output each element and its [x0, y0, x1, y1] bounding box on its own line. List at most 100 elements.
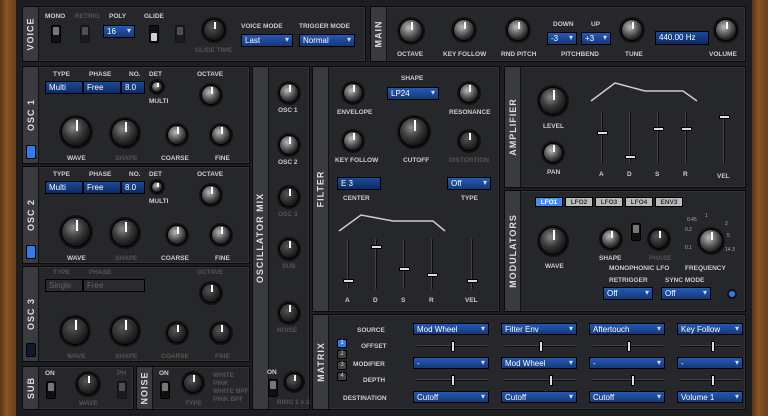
- osc2-shape-knob[interactable]: [111, 219, 139, 247]
- osc3-octave-knob[interactable]: [201, 283, 221, 303]
- filter-velocity-slider[interactable]: [467, 239, 478, 289]
- matrix-slot-1[interactable]: 1: [337, 339, 347, 348]
- osc3-shape-knob[interactable]: [111, 317, 139, 345]
- tab-lfo2[interactable]: LFO2: [565, 197, 593, 207]
- amp-pan-knob[interactable]: [543, 143, 563, 163]
- mix-ring-switch[interactable]: [268, 379, 278, 397]
- mix-osc2-knob[interactable]: [279, 135, 299, 155]
- key-follow-knob[interactable]: [453, 19, 475, 41]
- resonance-knob[interactable]: [459, 83, 479, 103]
- osc2-phase-display[interactable]: Free: [83, 181, 121, 194]
- amp-attack-slider[interactable]: [597, 111, 608, 163]
- glide-time-knob[interactable]: [203, 19, 225, 41]
- osc1-wave-knob[interactable]: [61, 117, 91, 147]
- amp-level-knob[interactable]: [539, 87, 567, 115]
- lfo-shape-knob[interactable]: [601, 229, 621, 249]
- pb-down-select[interactable]: -3: [547, 32, 577, 45]
- noise-type-knob[interactable]: [183, 373, 203, 393]
- osc1-fine-knob[interactable]: [211, 125, 231, 145]
- glide-mode-switch[interactable]: [175, 25, 185, 43]
- matrix-col3-offset-slider[interactable]: [593, 341, 663, 352]
- filter-shape-select[interactable]: LP24: [387, 87, 439, 100]
- matrix-col1-offset-slider[interactable]: [417, 341, 487, 352]
- amp-sustain-slider[interactable]: [653, 111, 664, 163]
- mix-ring-knob[interactable]: [285, 373, 303, 391]
- matrix-col2-source[interactable]: Filter Env: [501, 323, 577, 335]
- pb-up-select[interactable]: +3: [581, 32, 611, 45]
- osc2-no-display[interactable]: 8.0: [121, 181, 145, 194]
- sub-wave-knob[interactable]: [77, 373, 99, 395]
- osc2-fine-knob[interactable]: [211, 225, 231, 245]
- mix-osc3-knob[interactable]: [279, 187, 299, 207]
- mono-switch[interactable]: [51, 25, 61, 43]
- osc2-det-knob[interactable]: [151, 181, 163, 193]
- lfo-phase-knob[interactable]: [649, 229, 669, 249]
- matrix-col2-offset-slider[interactable]: [505, 341, 575, 352]
- matrix-slot-2[interactable]: 2: [337, 350, 347, 359]
- osc1-octave-knob[interactable]: [201, 85, 221, 105]
- osc2-type-display[interactable]: Multi: [45, 181, 83, 194]
- osc2-wave-knob[interactable]: [61, 217, 91, 247]
- matrix-col2-destination[interactable]: Cutoff: [501, 391, 577, 403]
- rnd-pitch-knob[interactable]: [507, 19, 529, 41]
- sub-on-switch[interactable]: [46, 381, 56, 399]
- matrix-col2-depth-slider[interactable]: [505, 375, 575, 386]
- cutoff-knob[interactable]: [399, 117, 429, 147]
- center-display[interactable]: E 3: [337, 177, 381, 190]
- osc1-det-knob[interactable]: [151, 81, 163, 93]
- octave-knob[interactable]: [399, 19, 423, 43]
- osc1-type-display[interactable]: Multi: [45, 81, 83, 94]
- matrix-slot-3[interactable]: 3: [337, 361, 347, 370]
- filter-decay-slider[interactable]: [371, 239, 382, 289]
- amp-velocity-slider[interactable]: [719, 111, 730, 163]
- osc2-octave-knob[interactable]: [201, 185, 221, 205]
- filter-sustain-slider[interactable]: [399, 239, 410, 289]
- amp-release-slider[interactable]: [681, 111, 692, 163]
- matrix-col1-modifier[interactable]: -: [413, 357, 489, 369]
- lfo-wave-knob[interactable]: [539, 227, 567, 255]
- tab-env3[interactable]: ENV3: [655, 197, 683, 207]
- lfo-frequency-knob[interactable]: [699, 229, 723, 253]
- tab-lfo1[interactable]: LFO1: [535, 197, 563, 207]
- glide-switch[interactable]: [149, 25, 159, 43]
- mix-sub-knob[interactable]: [279, 239, 299, 259]
- envelope-knob[interactable]: [343, 83, 363, 103]
- amp-decay-slider[interactable]: [625, 111, 636, 163]
- lfo-mono-switch[interactable]: [631, 223, 641, 241]
- sub-ph-switch[interactable]: [117, 381, 127, 399]
- osc1-phase-display[interactable]: Free: [83, 81, 121, 94]
- retrigger-select[interactable]: Off: [603, 287, 653, 300]
- sync-mode-select[interactable]: Off: [661, 287, 711, 300]
- osc3-fine-knob[interactable]: [211, 323, 231, 343]
- filter-key-follow-knob[interactable]: [343, 131, 363, 151]
- osc3-type-display[interactable]: Single: [45, 279, 83, 292]
- osc3-wave-knob[interactable]: [61, 317, 89, 345]
- distortion-knob[interactable]: [459, 131, 479, 151]
- osc3-coarse-knob[interactable]: [167, 323, 187, 343]
- matrix-col1-destination[interactable]: Cutoff: [413, 391, 489, 403]
- matrix-col4-destination[interactable]: Volume 1: [677, 391, 743, 403]
- matrix-col4-modifier[interactable]: -: [677, 357, 743, 369]
- tab-lfo4[interactable]: LFO4: [625, 197, 653, 207]
- volume-knob[interactable]: [715, 19, 737, 41]
- filter-attack-slider[interactable]: [343, 239, 354, 289]
- matrix-col4-source[interactable]: Key Follow: [677, 323, 743, 335]
- poly-select[interactable]: 16: [103, 25, 135, 38]
- filter-release-slider[interactable]: [427, 239, 438, 289]
- mix-osc1-knob[interactable]: [279, 83, 299, 103]
- osc2-power-button[interactable]: [26, 245, 36, 259]
- filter-type-select[interactable]: Off: [447, 177, 491, 190]
- matrix-col3-destination[interactable]: Cutoff: [589, 391, 665, 403]
- osc3-phase-display[interactable]: Free: [83, 279, 145, 292]
- matrix-col4-depth-slider[interactable]: [681, 375, 741, 386]
- matrix-col3-source[interactable]: Aftertouch: [589, 323, 665, 335]
- voice-mode-select[interactable]: Last: [241, 34, 293, 47]
- tab-lfo3[interactable]: LFO3: [595, 197, 623, 207]
- matrix-col1-source[interactable]: Mod Wheel: [413, 323, 489, 335]
- matrix-slot-4[interactable]: 4: [337, 372, 347, 381]
- matrix-col1-depth-slider[interactable]: [417, 375, 487, 386]
- matrix-col4-offset-slider[interactable]: [681, 341, 741, 352]
- tune-knob[interactable]: [621, 19, 643, 41]
- mix-noise-knob[interactable]: [279, 303, 299, 323]
- osc1-coarse-knob[interactable]: [167, 125, 187, 145]
